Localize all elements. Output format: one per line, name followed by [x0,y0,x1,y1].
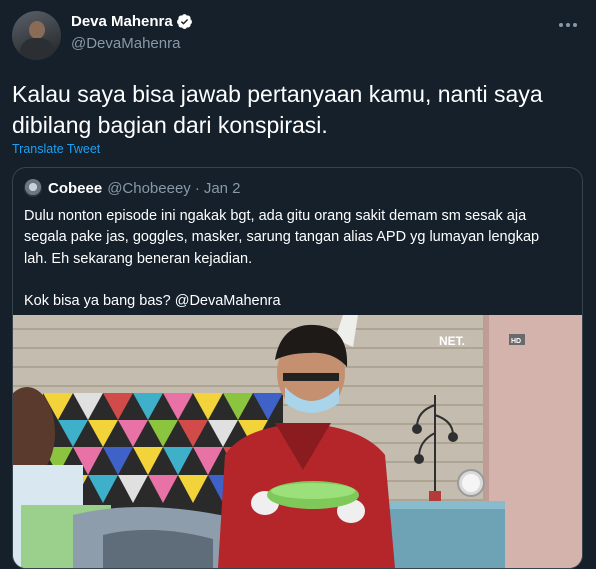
author-avatar[interactable] [12,11,61,60]
tweet-text: Kalau saya bisa jawab pertanyaan kamu, n… [12,81,543,138]
separator-dot: · [194,179,200,197]
avatar-body [20,38,54,60]
quoted-text-line: Kok bisa ya bang bas? @DevaMahenra [24,293,281,310]
quoted-tweet-text: Dulu nonton episode ini ngakak bgt, ada … [24,206,569,313]
quoted-author-name[interactable]: Cobeee [48,180,102,197]
translate-tweet-link[interactable]: Translate Tweet [12,142,100,156]
avatar-head [29,21,45,39]
quoted-author-handle[interactable]: @Chobeeey [107,180,191,197]
verified-badge-icon [176,14,192,29]
media-watermark: NET. [439,334,465,348]
quoted-tweet-image[interactable]: NET. HD [13,315,582,568]
quoted-tweet-date[interactable]: Jan 2 [204,180,241,197]
author-display-name[interactable]: Deva Mahenra [71,13,173,30]
tv-scene-image: NET. HD [13,315,582,568]
quoted-tweet-header: Cobeee @Chobeeey · Jan 2 [24,179,241,197]
quoted-tweet[interactable]: Cobeee @Chobeeey · Jan 2 Dulu nonton epi… [12,167,583,569]
quoted-text-line: Dulu nonton episode ini ngakak bgt, ada … [24,208,527,224]
media-hd-badge: HD [511,338,521,345]
author-name-row[interactable]: Deva Mahenra [71,13,193,30]
quoted-text-line: segala pake jas, goggles, masker, sarung… [24,229,540,246]
author-handle[interactable]: @DevaMahenra [71,35,180,52]
quoted-text-line: lah. Eh sekarang beneran kejadian. [24,250,253,267]
quoted-author-avatar[interactable] [24,179,42,197]
tweet: Deva Mahenra @DevaMahenra Kalau saya bis… [0,0,596,569]
more-options-icon[interactable] [558,22,578,28]
